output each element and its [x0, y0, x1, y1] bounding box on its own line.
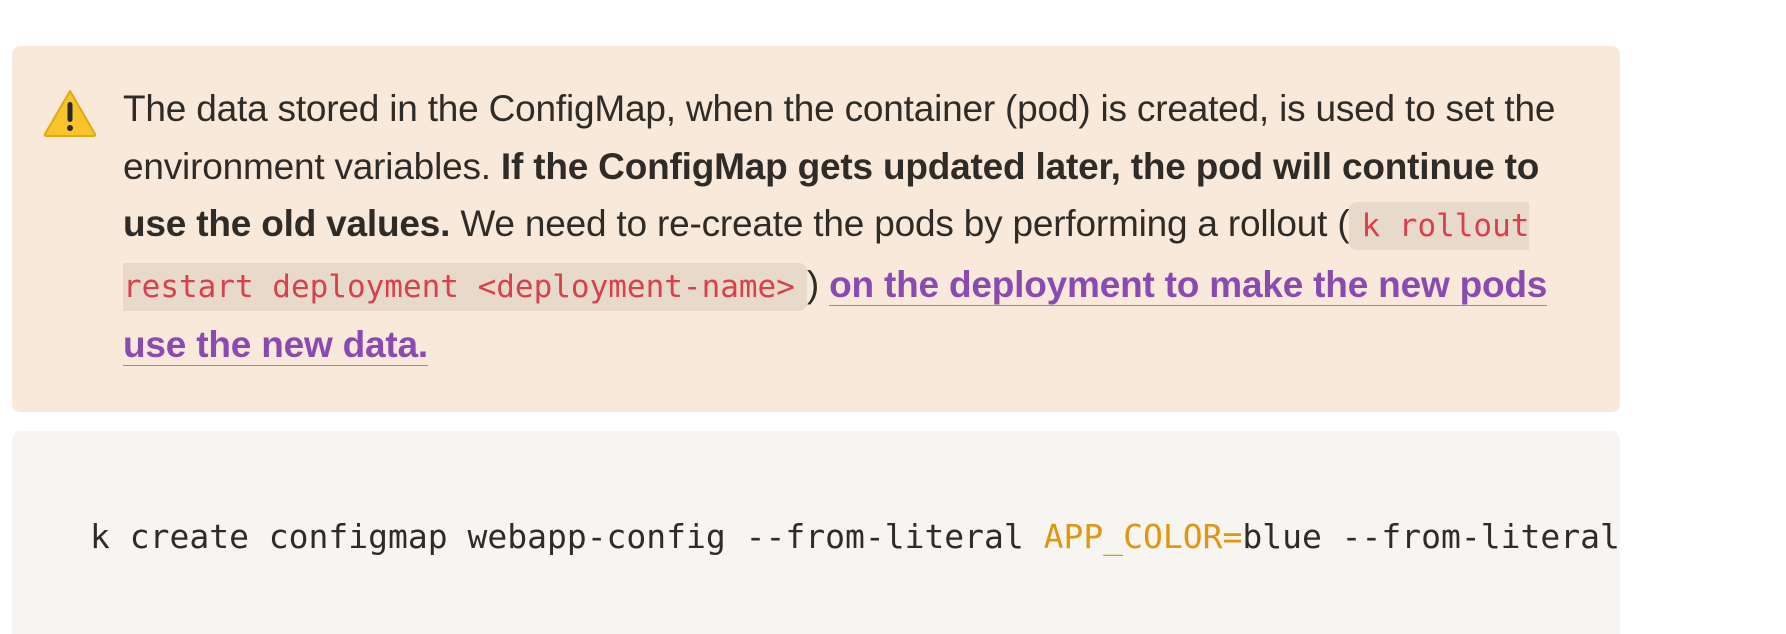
- callout-text-part2: We need to re-create the pods by perform…: [450, 203, 1350, 244]
- warning-icon-graphic: [43, 90, 97, 137]
- code-line: k create configmap webapp-config --from-…: [90, 517, 1620, 556]
- code-block: k create configmap webapp-config --from-…: [12, 431, 1620, 634]
- code-key: APP_COLOR: [1043, 517, 1223, 556]
- code-operator: =: [1222, 517, 1243, 556]
- code-value: blue --from-literal: [1242, 517, 1620, 556]
- callout-text-part3: ): [806, 263, 830, 305]
- code-command: k create configmap webapp-config --from-…: [90, 517, 1044, 556]
- page: The data stored in the ConfigMap, when t…: [0, 0, 1786, 634]
- callout-text: The data stored in the ConfigMap, when t…: [123, 80, 1593, 374]
- warning-callout: The data stored in the ConfigMap, when t…: [12, 46, 1620, 412]
- warning-icon: [42, 88, 98, 138]
